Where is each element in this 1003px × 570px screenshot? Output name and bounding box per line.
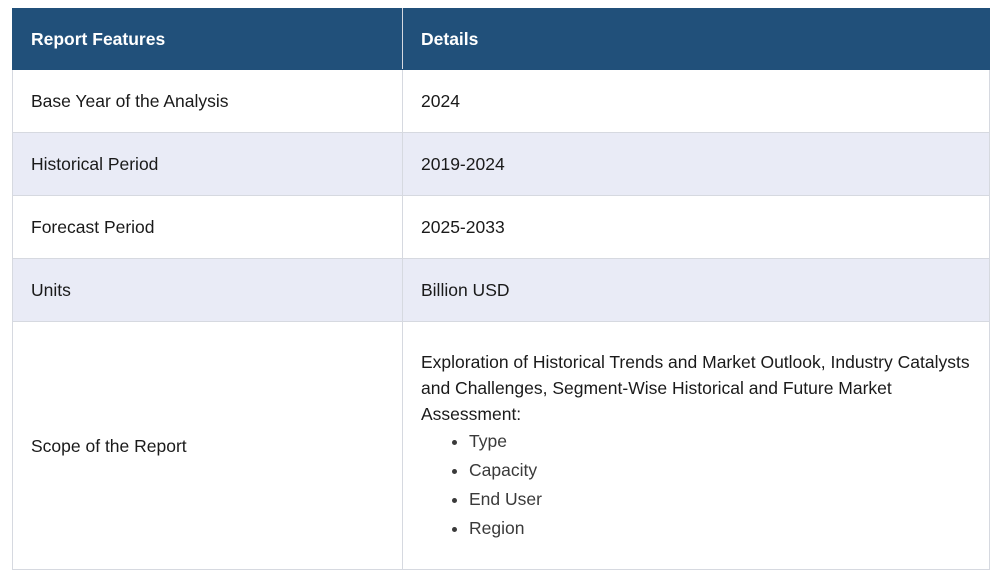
- header-report-features: Report Features: [12, 8, 403, 70]
- list-item: Region: [469, 514, 971, 543]
- table-row-scope: Scope of the Report Exploration of Histo…: [12, 321, 990, 570]
- scope-segment-list: Type Capacity End User Region: [421, 427, 971, 543]
- header-details: Details: [402, 8, 990, 70]
- list-item: Type: [469, 427, 971, 456]
- table-row: Forecast Period 2025-2033: [12, 195, 990, 259]
- table-header-row: Report Features Details: [12, 8, 990, 70]
- list-item: Capacity: [469, 456, 971, 485]
- feature-cell: Base Year of the Analysis: [12, 69, 403, 133]
- scope-intro-text: Exploration of Historical Trends and Mar…: [421, 351, 970, 424]
- table-row: Base Year of the Analysis 2024: [12, 69, 990, 133]
- details-cell: 2025-2033: [402, 195, 990, 259]
- feature-cell: Units: [12, 258, 403, 322]
- table-row: Units Billion USD: [12, 258, 990, 322]
- feature-cell: Scope of the Report: [12, 321, 403, 570]
- table-row: Historical Period 2019-2024: [12, 132, 990, 196]
- list-item: End User: [469, 485, 971, 514]
- report-features-table: Report Features Details Base Year of the…: [12, 8, 990, 570]
- scope-details-cell: Exploration of Historical Trends and Mar…: [402, 321, 990, 570]
- details-cell: 2019-2024: [402, 132, 990, 196]
- feature-cell: Historical Period: [12, 132, 403, 196]
- details-cell: 2024: [402, 69, 990, 133]
- feature-cell: Forecast Period: [12, 195, 403, 259]
- details-cell: Billion USD: [402, 258, 990, 322]
